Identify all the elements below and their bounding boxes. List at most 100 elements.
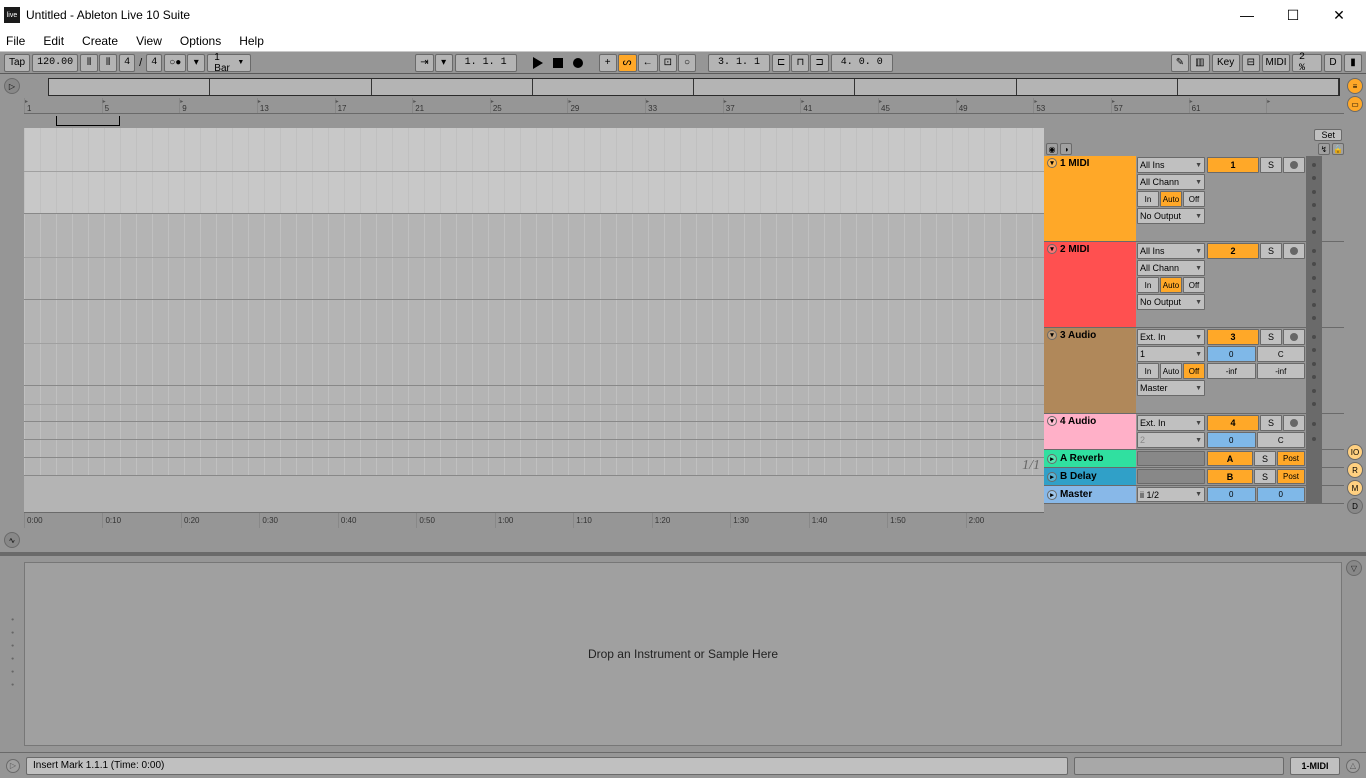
track-name[interactable]: B Delay — [1060, 471, 1097, 482]
menu-help[interactable]: Help — [239, 34, 264, 48]
track-header-master[interactable]: ▸Master ii 1/2 00 — [1044, 486, 1344, 504]
track-lane-1-midi[interactable] — [24, 128, 1044, 214]
arrangement-view-button[interactable]: ▭ — [1347, 96, 1363, 112]
master-val-b[interactable]: 0 — [1257, 487, 1306, 502]
track-header-a-reverb[interactable]: ▸A Reverb ASPost — [1044, 450, 1344, 468]
solo-button[interactable]: S — [1260, 157, 1282, 173]
output-type[interactable]: Master — [1137, 380, 1205, 396]
set-marker-button[interactable]: Set — [1314, 129, 1342, 141]
monitor-in[interactable]: In — [1137, 277, 1159, 293]
solo-button[interactable]: S — [1254, 451, 1276, 466]
input-type[interactable]: All Ins — [1137, 243, 1205, 259]
post-button[interactable]: Post — [1277, 451, 1305, 466]
fold-icon[interactable]: ▾ — [1047, 416, 1057, 426]
send-a[interactable]: 0 — [1207, 346, 1256, 362]
punch-out-button[interactable]: ⊐ — [810, 54, 828, 72]
arm-button[interactable] — [1283, 415, 1305, 431]
send-inf-a[interactable]: -inf — [1207, 363, 1256, 379]
track-lane-a-reverb[interactable] — [24, 422, 1044, 440]
track-name[interactable]: 1 MIDI — [1060, 158, 1089, 169]
track-name[interactable]: 2 MIDI — [1060, 244, 1089, 255]
fold-icon[interactable]: ▸ — [1047, 472, 1057, 482]
follow-menu[interactable]: ▾ — [435, 54, 453, 72]
capture-button[interactable]: ⊡ — [659, 54, 677, 72]
menu-create[interactable]: Create — [82, 34, 118, 48]
reenable-automation-button[interactable]: ← — [638, 54, 658, 72]
track-header-2-midi[interactable]: ▾2 MIDI All Ins All Chann InAutoOff No O… — [1044, 242, 1344, 328]
arrangement-overview[interactable] — [48, 78, 1340, 96]
solo-button[interactable]: S — [1254, 469, 1276, 484]
fold-icon[interactable]: ▾ — [1047, 244, 1057, 254]
metronome-button[interactable]: ○● — [164, 54, 186, 72]
device-handle[interactable]: • • • • • • — [8, 618, 17, 690]
master-val-a[interactable]: 0 — [1207, 487, 1256, 502]
track-activator[interactable]: 3 — [1207, 329, 1259, 345]
key-map-button[interactable]: Key — [1212, 54, 1240, 72]
fold-icon[interactable]: ▾ — [1047, 158, 1057, 168]
send-a[interactable]: 0 — [1207, 432, 1256, 448]
monitor-off[interactable]: Off — [1183, 191, 1205, 207]
maximize-button[interactable]: ☐ — [1270, 0, 1316, 30]
loop-length[interactable]: 4. 0. 0 — [831, 54, 893, 72]
input-channel[interactable]: 2 — [1137, 432, 1205, 448]
session-view-button[interactable]: ≡ — [1347, 78, 1363, 94]
input-channel[interactable]: All Chann — [1137, 260, 1205, 276]
track-header-b-delay[interactable]: ▸B Delay BSPost — [1044, 468, 1344, 486]
input-type[interactable]: Ext. In — [1137, 329, 1205, 345]
monitor-auto[interactable]: Auto — [1160, 277, 1182, 293]
session-record-button[interactable]: ○ — [678, 54, 696, 72]
loop-switch[interactable]: ⊓ — [791, 54, 809, 72]
track-name[interactable]: 4 Audio — [1060, 416, 1096, 427]
mixer-toggle[interactable]: M — [1347, 480, 1363, 496]
time-ruler[interactable]: 0:000:100:200:300:400:501:001:101:201:30… — [24, 512, 1044, 528]
delay-toggle[interactable]: D — [1347, 498, 1363, 514]
detail-view-toggle[interactable]: ∿ — [4, 532, 20, 548]
time-sig-numerator[interactable]: 4 — [119, 54, 135, 72]
post-button[interactable]: Post — [1277, 469, 1305, 484]
menu-edit[interactable]: Edit — [43, 34, 64, 48]
menu-options[interactable]: Options — [180, 34, 221, 48]
time-sig-denominator[interactable]: 4 — [146, 54, 162, 72]
expand-browser-button[interactable]: ▷ — [4, 78, 20, 94]
nudge-down-button[interactable]: ⦀ — [80, 54, 98, 72]
status-play-icon[interactable]: ▷ — [6, 759, 20, 773]
track-name[interactable]: 3 Audio — [1060, 330, 1096, 341]
menu-view[interactable]: View — [136, 34, 162, 48]
record-button[interactable] — [569, 54, 587, 72]
track-activator[interactable]: 4 — [1207, 415, 1259, 431]
input-type[interactable]: Ext. In — [1137, 415, 1205, 431]
close-button[interactable]: ✕ — [1316, 0, 1362, 30]
monitor-off[interactable]: Off — [1183, 363, 1205, 379]
solo-button[interactable]: S — [1260, 415, 1282, 431]
monitor-off[interactable]: Off — [1183, 277, 1205, 293]
input-channel[interactable]: All Chann — [1137, 174, 1205, 190]
track-name[interactable]: Master — [1060, 489, 1092, 500]
nudge-up-button[interactable]: ⦀ — [99, 54, 117, 72]
input-type[interactable]: All Ins — [1137, 157, 1205, 173]
status-end-icon[interactable]: △ — [1346, 759, 1360, 773]
device-view[interactable]: • • • • • • Drop an Instrument or Sample… — [0, 552, 1366, 752]
stop-button[interactable] — [549, 54, 567, 72]
arm-button[interactable] — [1283, 157, 1305, 173]
track-activator[interactable]: 2 — [1207, 243, 1259, 259]
track-lane-master[interactable] — [24, 458, 1044, 476]
menu-file[interactable]: File — [6, 34, 25, 48]
midi-map-button[interactable]: MIDI — [1262, 54, 1290, 72]
track-header-4-audio[interactable]: ▾4 Audio Ext. In 2 4S 0C — [1044, 414, 1344, 450]
fold-icon[interactable]: ▸ — [1047, 454, 1057, 464]
loop-bracket[interactable] — [56, 116, 120, 126]
io-section-toggle[interactable]: IO — [1347, 444, 1363, 460]
loop-brace-area[interactable] — [24, 114, 1344, 128]
loop-start[interactable]: 3. 1. 1 — [708, 54, 770, 72]
master-output[interactable]: ii 1/2 — [1137, 487, 1205, 502]
monitor-in[interactable]: In — [1137, 363, 1159, 379]
draw-mode-button[interactable]: ✎ — [1171, 54, 1189, 72]
track-lane-2-midi[interactable] — [24, 214, 1044, 300]
add-locator-button[interactable]: ◉ — [1046, 143, 1058, 155]
minimize-button[interactable]: — — [1224, 0, 1270, 30]
arrangement-clips-area[interactable]: 1/1 0:000:100:200:300:400:501:001:101:20… — [24, 128, 1044, 528]
arrangement-position[interactable]: 1. 1. 1 — [455, 54, 517, 72]
input-channel[interactable]: 1 — [1137, 346, 1205, 362]
pan[interactable]: C — [1257, 432, 1306, 448]
fold-icon[interactable]: ▾ — [1047, 330, 1057, 340]
